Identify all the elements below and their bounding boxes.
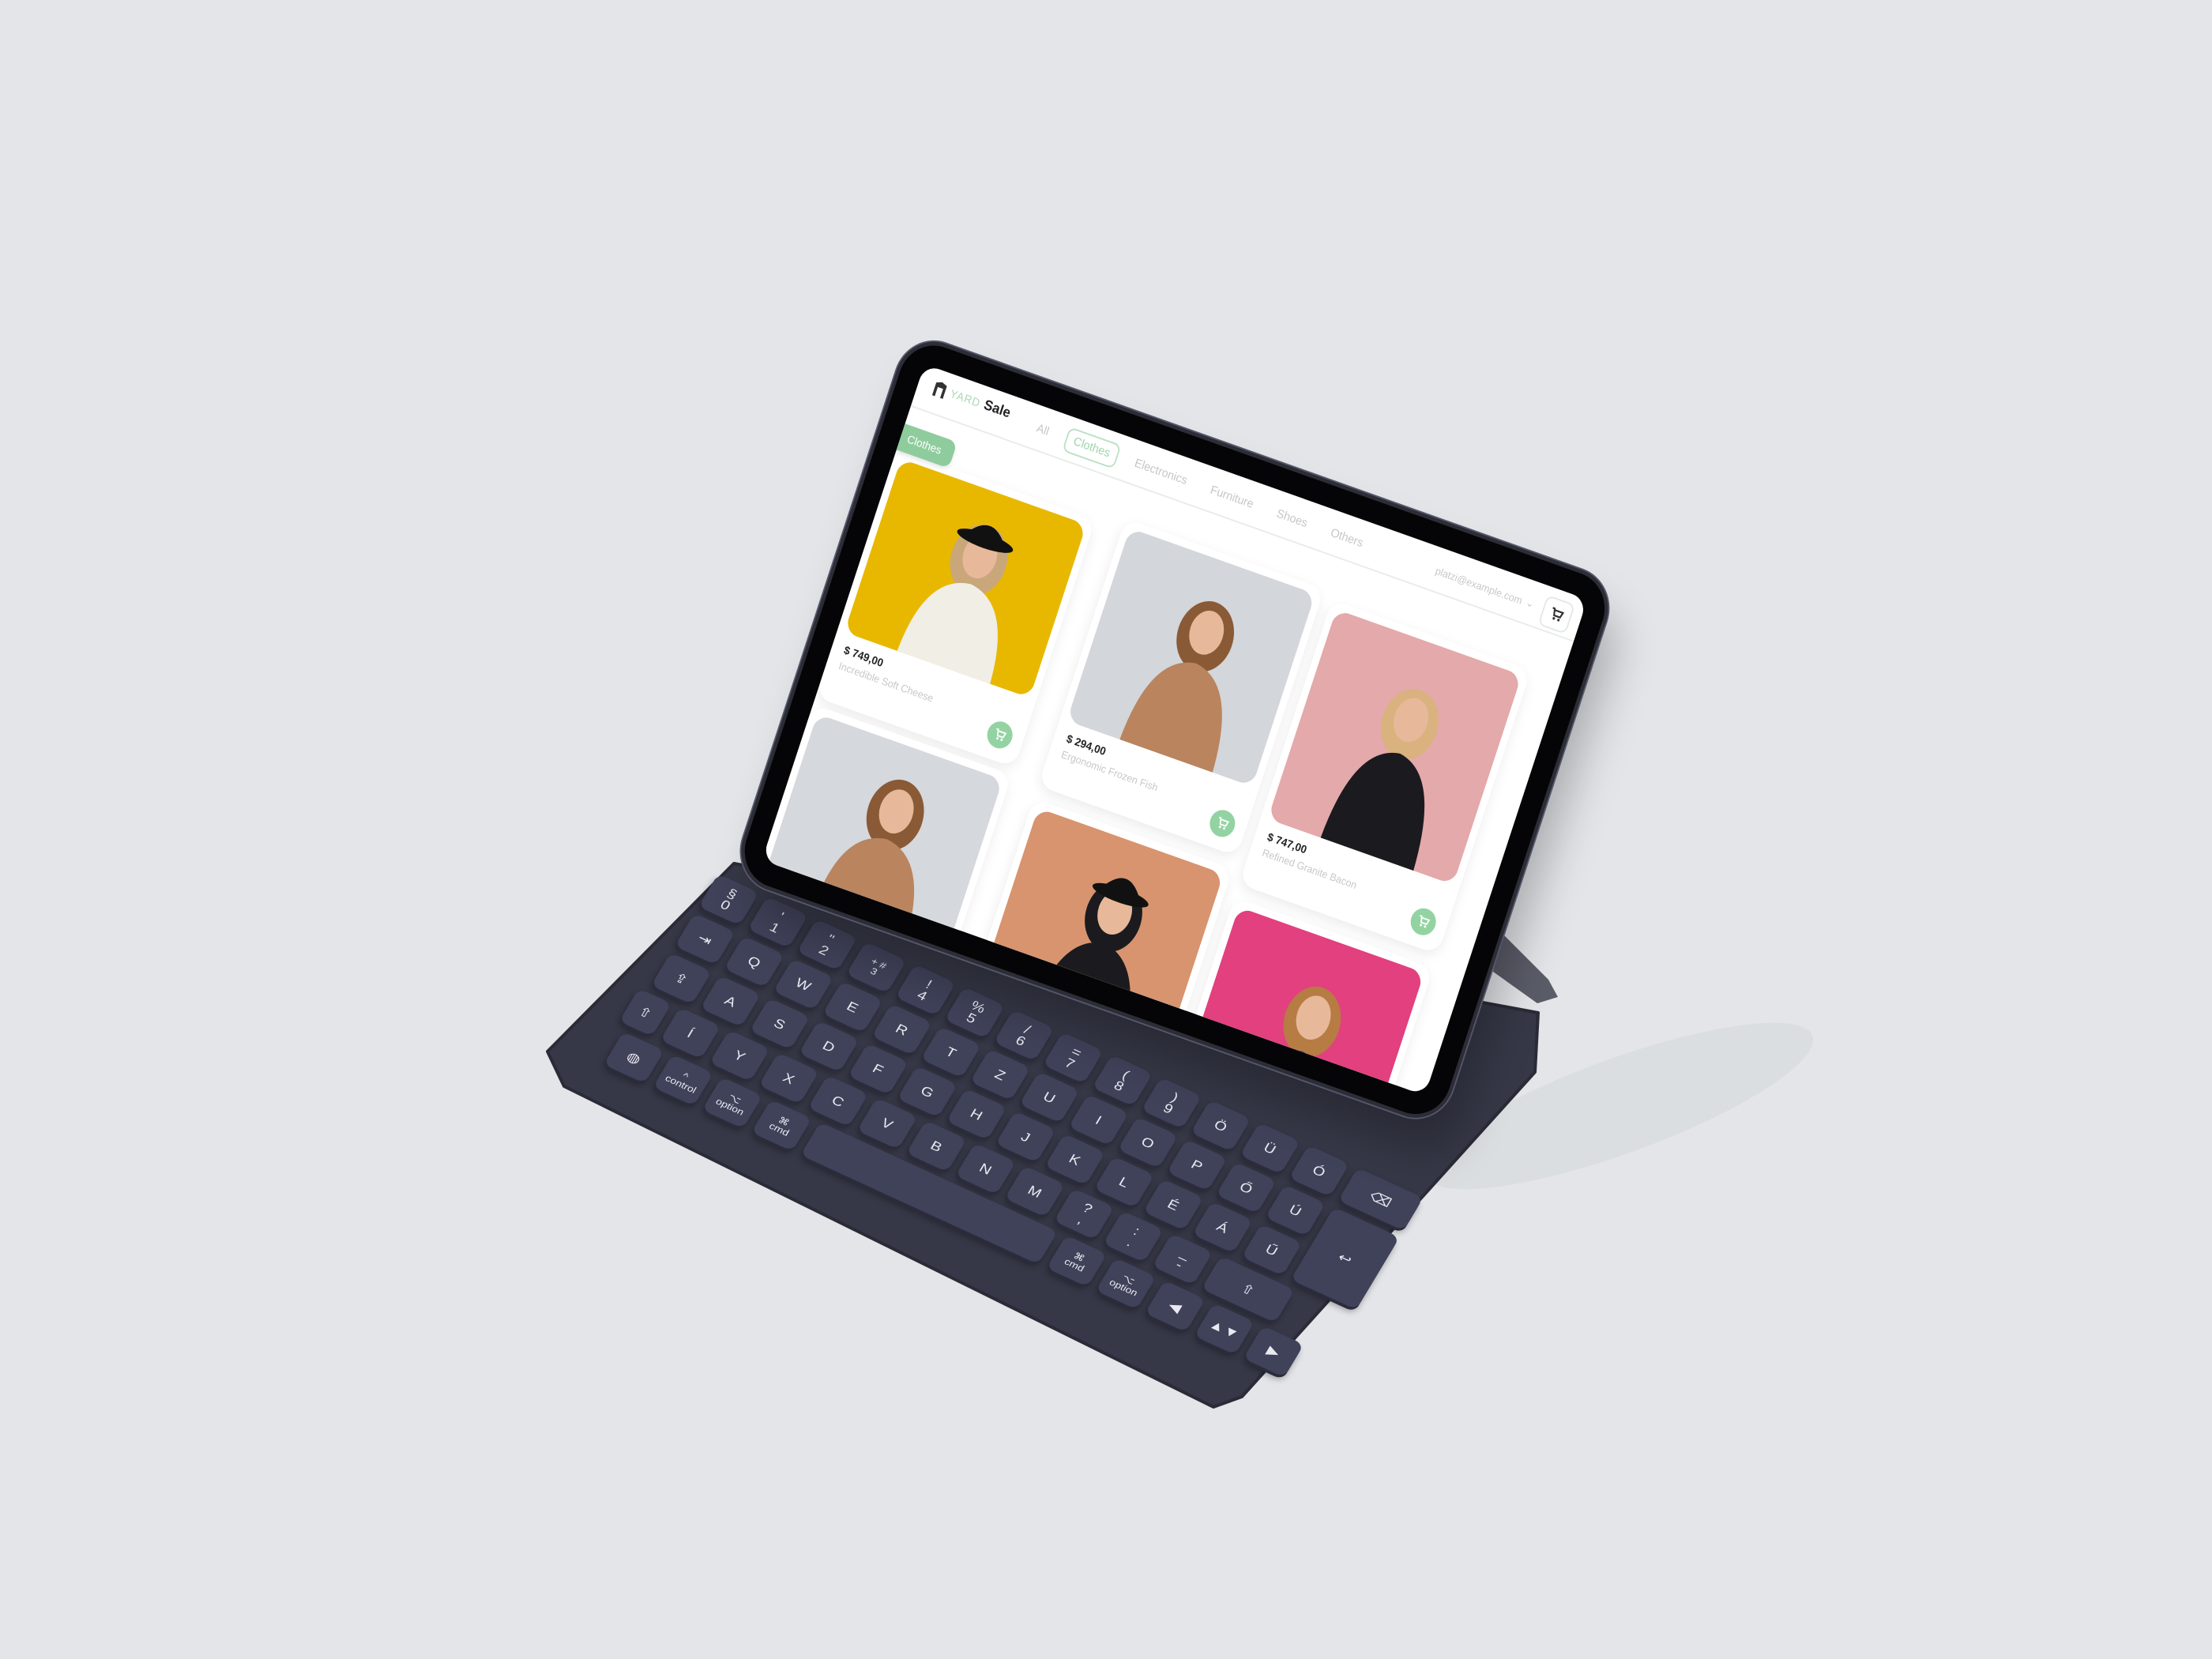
key-é[interactable]: É [1142, 1179, 1204, 1231]
key-z[interactable]: Z [969, 1048, 1031, 1101]
key-option[interactable]: ⌥ option [1095, 1258, 1157, 1310]
logo-text-yard: YARD [948, 386, 983, 410]
key-í[interactable]: Í [660, 1007, 721, 1059]
key-t[interactable]: T [920, 1026, 982, 1078]
tab-others[interactable]: Others [1321, 520, 1373, 557]
add-to-cart-button[interactable] [1407, 905, 1440, 939]
key-d[interactable]: D [798, 1020, 860, 1073]
chevron-down-icon: ⌄ [1524, 596, 1537, 611]
user-menu[interactable]: platzi@example.com ⌄ [1434, 564, 1536, 611]
key-ű[interactable]: Ű [1241, 1224, 1303, 1276]
tab-shoes[interactable]: Shoes [1266, 501, 1317, 537]
key-á[interactable]: Á [1192, 1201, 1253, 1254]
cart-icon [1552, 607, 1565, 622]
product-name: Ergonomic Frozen Fish [1059, 747, 1160, 794]
key-s[interactable]: S [749, 998, 811, 1050]
key-f[interactable]: F [848, 1043, 909, 1095]
cart-button[interactable] [1537, 594, 1576, 635]
key-m[interactable]: M [1004, 1165, 1066, 1217]
key-option[interactable]: ⌥ option [702, 1077, 763, 1129]
key-l[interactable]: L [1093, 1156, 1155, 1209]
key-cmd[interactable]: ⌘ cmd [1046, 1235, 1108, 1287]
key-,[interactable]: ? , [1053, 1187, 1115, 1240]
key-i[interactable]: I [1068, 1093, 1130, 1146]
key-h[interactable]: H [946, 1088, 1007, 1141]
key-k[interactable]: K [1044, 1133, 1106, 1186]
key-v[interactable]: V [856, 1097, 918, 1149]
store-icon [931, 382, 947, 400]
product-name: Incredible Soft Cheese [837, 659, 935, 705]
key-c[interactable]: C [807, 1074, 869, 1127]
add-to-cart-icon [996, 728, 1007, 742]
key-ú[interactable]: Ú [1265, 1184, 1326, 1236]
key--[interactable]: _ - [1152, 1233, 1213, 1285]
tab-clothes[interactable]: Clothes [1061, 427, 1122, 469]
key-▶[interactable]: ▶ [1243, 1325, 1304, 1378]
key-y[interactable]: Y [709, 1029, 770, 1082]
tab-electronics[interactable]: Electronics [1125, 450, 1197, 495]
key-w[interactable]: W [773, 958, 834, 1010]
key-a[interactable]: A [700, 975, 762, 1028]
key-control[interactable]: ^ control [653, 1054, 714, 1107]
key-e[interactable]: E [822, 980, 883, 1033]
add-to-cart-button[interactable] [984, 717, 1017, 752]
key-x[interactable]: X [758, 1052, 819, 1104]
logo[interactable]: YARD Sale [931, 379, 1013, 422]
tab-all[interactable]: All [1026, 416, 1059, 446]
key-r[interactable]: R [871, 1003, 933, 1055]
logo-text-sale: Sale [981, 397, 1013, 422]
key-.[interactable]: : . [1103, 1210, 1164, 1263]
add-to-cart-icon [1420, 915, 1431, 928]
key-q[interactable]: Q [724, 935, 785, 988]
user-email: platzi@example.com [1434, 564, 1525, 607]
add-to-cart-button[interactable] [1206, 806, 1239, 841]
key-▲▼[interactable]: ▲▼ [1194, 1303, 1255, 1355]
key-◀[interactable]: ◀ [1145, 1280, 1206, 1333]
key-cmd[interactable]: ⌘ cmd [750, 1099, 812, 1152]
key-g[interactable]: G [897, 1066, 958, 1118]
key-j[interactable]: J [995, 1111, 1056, 1163]
key-u[interactable]: U [1018, 1071, 1080, 1123]
key-n[interactable]: N [955, 1142, 1017, 1195]
key-o[interactable]: O [1117, 1116, 1179, 1169]
add-to-cart-icon [1218, 816, 1230, 830]
key-p[interactable]: P [1166, 1139, 1228, 1191]
product-name: Refined Granite Bacon [1260, 846, 1359, 891]
tab-furniture[interactable]: Furniture [1201, 477, 1263, 518]
keyboard-stand [1493, 932, 1558, 1003]
key-b[interactable]: B [905, 1120, 967, 1172]
key-ő[interactable]: Ő [1216, 1161, 1277, 1214]
